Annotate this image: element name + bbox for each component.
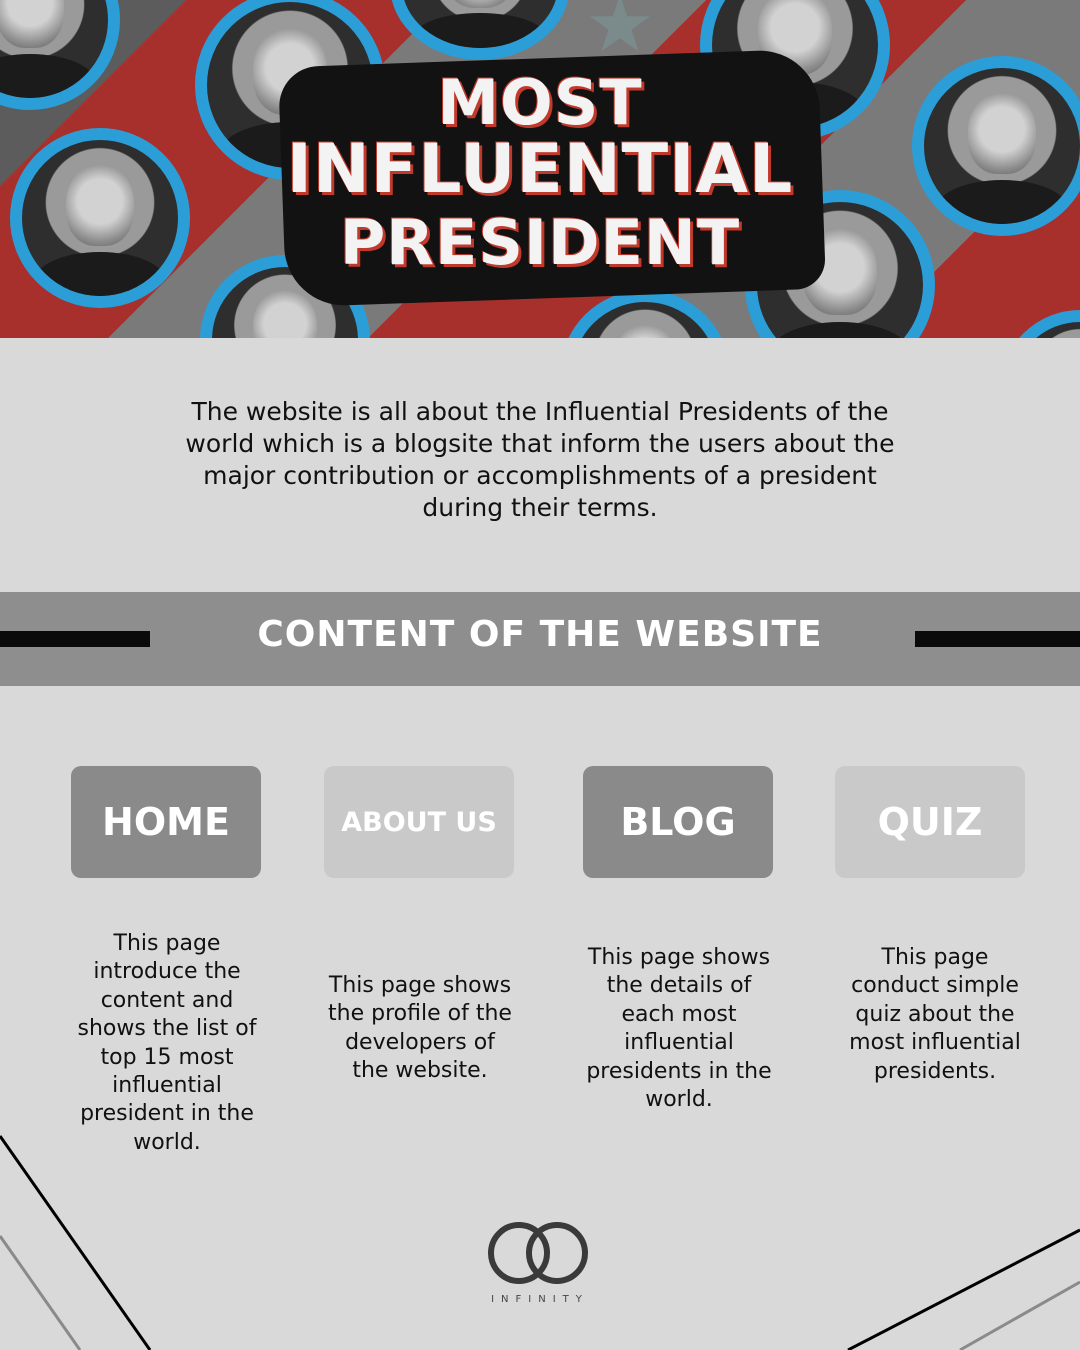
home-description: This page introduce the content and show…: [77, 931, 257, 1155]
quiz-button[interactable]: QUIZ: [835, 766, 1025, 878]
logo-text: INFINITY: [491, 1294, 589, 1305]
infinity-logo-icon: [488, 1222, 588, 1284]
about-us-description: This page shows the profile of the devel…: [328, 973, 512, 1084]
home-button[interactable]: HOME: [71, 766, 261, 878]
blog-description: This page shows the details of each most…: [586, 945, 772, 1113]
about-us-button[interactable]: ABOUT US: [324, 766, 514, 878]
blog-button[interactable]: BLOG: [583, 766, 773, 878]
quiz-description: This page conduct simple quiz about the …: [849, 945, 1021, 1084]
